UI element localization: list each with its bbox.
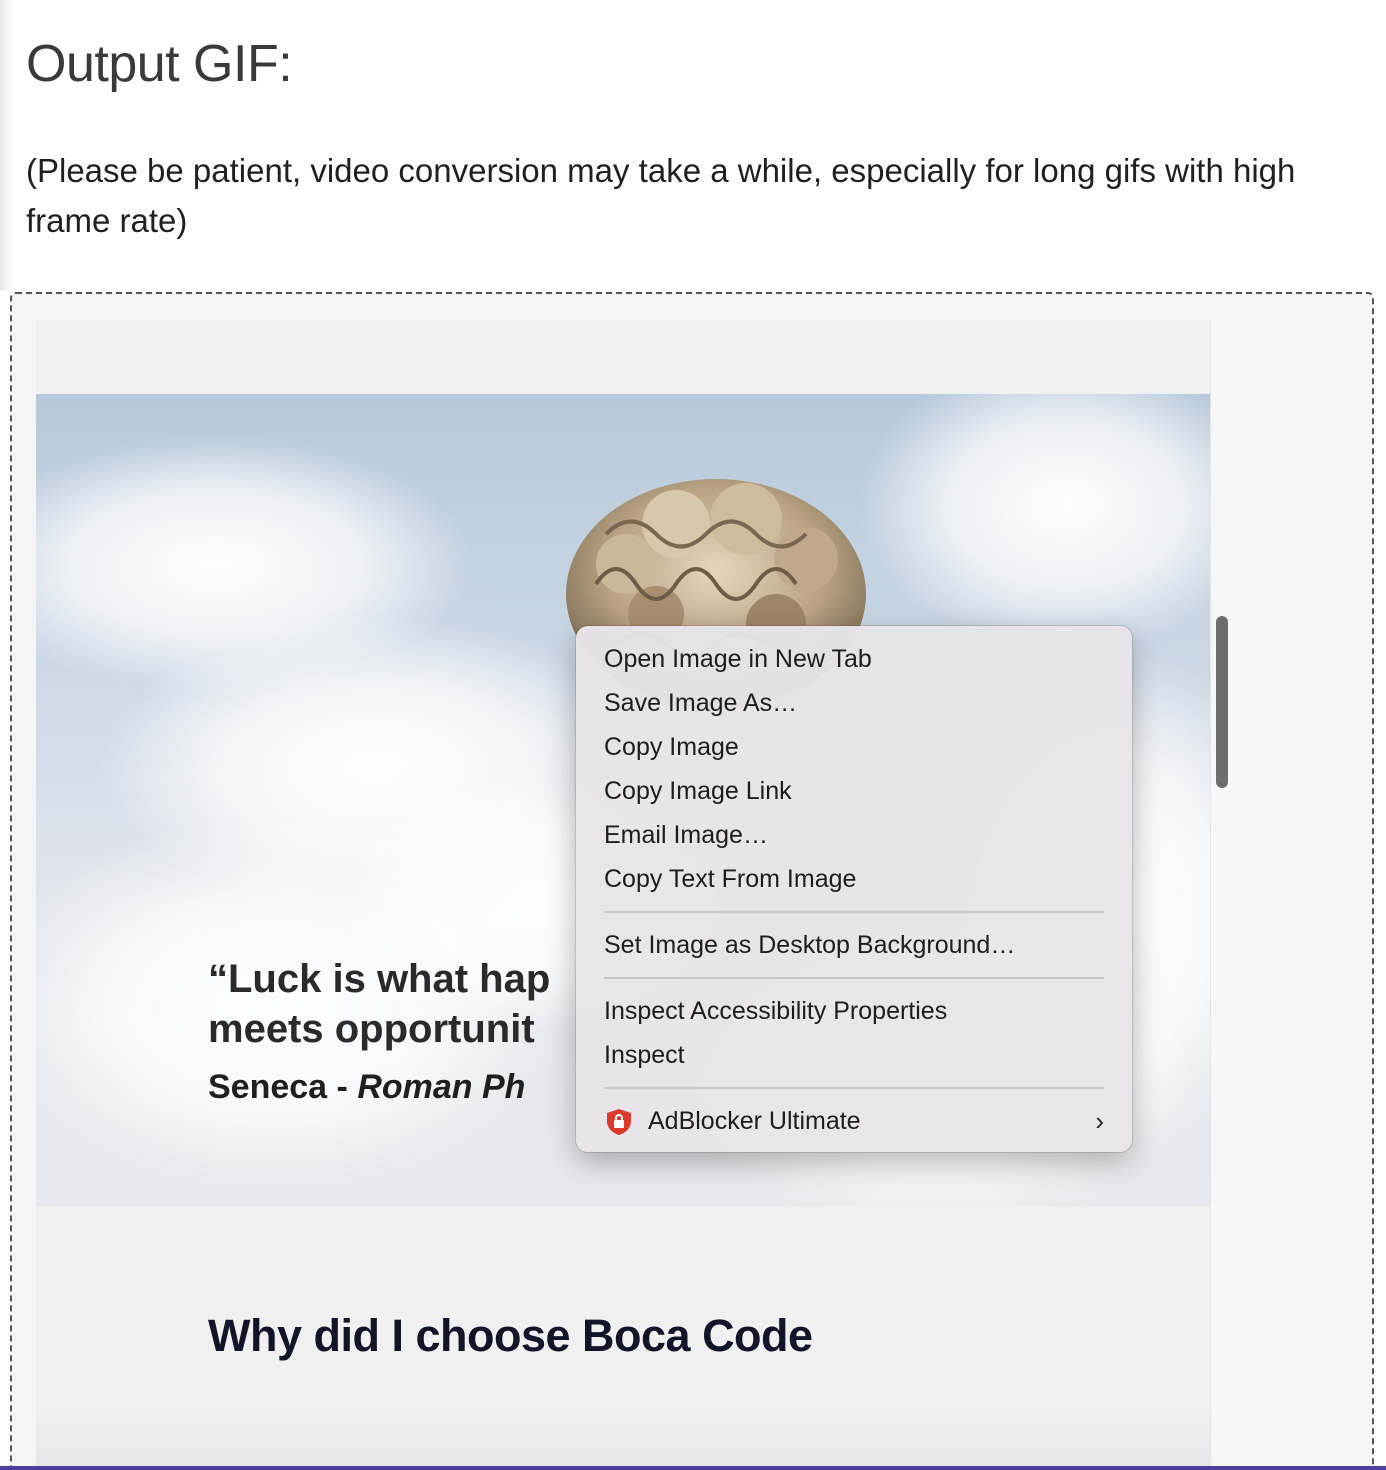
menu-item-adblocker-ultimate[interactable]: AdBlocker Ultimate › [576, 1099, 1132, 1143]
scrollbar-thumb[interactable] [1216, 616, 1228, 788]
left-edge-shadow [0, 0, 14, 290]
menu-item-inspect-accessibility[interactable]: Inspect Accessibility Properties [576, 989, 1132, 1033]
bottom-fade [36, 1410, 1210, 1470]
conversion-note: (Please be patient, video conversion may… [26, 152, 1296, 239]
menu-item-label: AdBlocker Ultimate [648, 1107, 861, 1135]
menu-item-open-image-new-tab[interactable]: Open Image in New Tab [576, 637, 1132, 681]
menu-separator [604, 911, 1104, 913]
bottom-accent-line [0, 1466, 1386, 1470]
scrollbar-track[interactable] [1210, 320, 1236, 1470]
menu-item-set-desktop-background[interactable]: Set Image as Desktop Background… [576, 923, 1132, 967]
context-menu: Open Image in New Tab Save Image As… Cop… [576, 626, 1132, 1152]
author-name: Seneca - [208, 1068, 358, 1106]
section-title: Why did I choose Boca Code [208, 1310, 813, 1361]
menu-item-inspect[interactable]: Inspect [576, 1033, 1132, 1077]
menu-separator [604, 1087, 1104, 1089]
quote-text: “Luck is what hap meets opportunit [208, 954, 550, 1054]
page-title: Output GIF: [26, 35, 293, 93]
menu-item-email-image[interactable]: Email Image… [576, 813, 1132, 857]
menu-item-copy-image-link[interactable]: Copy Image Link [576, 769, 1132, 813]
quote-line-1: “Luck is what hap [208, 957, 551, 1001]
chevron-right-icon: › [1095, 1106, 1104, 1136]
menu-separator [604, 977, 1104, 979]
menu-item-copy-text-from-image[interactable]: Copy Text From Image [576, 857, 1132, 901]
menu-item-copy-image[interactable]: Copy Image [576, 725, 1132, 769]
menu-item-save-image-as[interactable]: Save Image As… [576, 681, 1132, 725]
quote-author: Seneca - Roman Ph [208, 1068, 525, 1107]
author-role: Roman Ph [357, 1068, 526, 1106]
quote-line-2: meets opportunit [208, 1007, 535, 1051]
shield-lock-icon [607, 1109, 631, 1135]
cloud [856, 394, 1210, 654]
